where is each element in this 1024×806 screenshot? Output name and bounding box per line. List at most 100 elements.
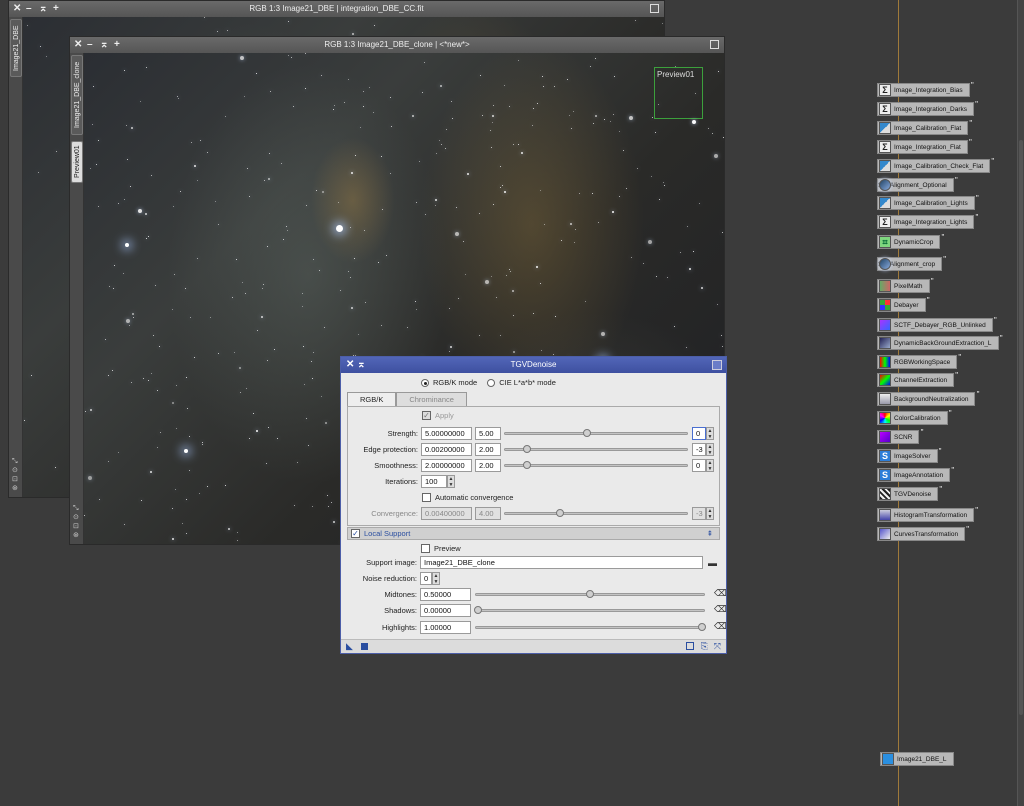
process-icon[interactable]: S ImageSolver " <box>877 447 942 463</box>
expand-icon[interactable] <box>712 360 722 370</box>
tab-rgbk[interactable]: RGB/K <box>347 392 397 406</box>
noise-reduction-input[interactable]: 0 <box>420 572 432 585</box>
edge-mantissa[interactable]: 2.00 <box>475 443 501 456</box>
slider-knob[interactable] <box>586 590 594 598</box>
local-support-checkbox[interactable]: ✓ <box>351 529 360 538</box>
shadows-slider[interactable] <box>474 606 705 614</box>
close-icon[interactable]: ✕ <box>13 1 21 17</box>
slider-knob[interactable] <box>582 429 591 437</box>
reset-icon[interactable]: ⤧ <box>714 641 721 652</box>
reset-shadows-icon[interactable]: ⌫ <box>714 604 727 615</box>
smoothness-spin[interactable]: ▲ ▼ <box>706 459 714 472</box>
process-icon[interactable]: Σ Image_Integration_Flat " <box>877 138 972 154</box>
auto-convergence-checkbox[interactable] <box>422 493 431 502</box>
tab-preview01[interactable]: Preview01 <box>71 141 83 183</box>
midtones-slider[interactable] <box>475 590 705 598</box>
tab-main-view[interactable]: Image21_DBE_clone <box>71 55 83 135</box>
apply-global-icon[interactable] <box>361 643 368 650</box>
process-icon[interactable]: PixelMath " <box>877 277 934 293</box>
noise-reduction-spin[interactable]: ▲ ▼ <box>432 572 440 585</box>
process-icon[interactable]: BackgroundNeutralization " <box>877 390 979 406</box>
minimize-icon[interactable]: – <box>26 1 32 17</box>
image-icon[interactable]: Image21_DBE_L <box>880 752 954 766</box>
highlights-input[interactable]: 1.00000 <box>420 621 471 634</box>
tab-chrominance[interactable]: Chrominance <box>396 392 467 406</box>
process-icon[interactable]: ColorCalibration " <box>877 409 952 425</box>
process-icon[interactable]: TGVDenoise " <box>877 485 942 501</box>
edge-slider[interactable] <box>504 445 688 453</box>
reset-midtones-icon[interactable]: ⌫ <box>714 588 727 599</box>
convergence-mantissa[interactable]: 4.00 <box>475 507 501 520</box>
convergence-input[interactable]: 0.00400000 <box>421 507 472 520</box>
edge-input[interactable]: 0.00200000 <box>421 443 472 456</box>
preview-realtime-icon[interactable] <box>686 642 694 650</box>
process-icon[interactable]: Image_Calibration_Flat " <box>877 119 972 135</box>
shadows-input[interactable]: 0.00000 <box>420 604 471 617</box>
process-icon[interactable]: Σ Image_Integration_Lights " <box>877 213 978 229</box>
edge-spin[interactable]: ▲ ▼ <box>706 443 714 456</box>
process-icon[interactable]: Image_Calibration_Check_Flat " <box>877 157 994 173</box>
slider-knob[interactable] <box>474 606 482 614</box>
apply-checkbox[interactable]: ✓ <box>422 411 431 420</box>
scrollbar-thumb[interactable] <box>1019 140 1023 715</box>
process-icon[interactable]: Image_Calibration_Lights " <box>877 194 979 210</box>
strength-mantissa[interactable]: 5.00 <box>475 427 501 440</box>
highlights-slider[interactable] <box>475 623 706 631</box>
smoothness-mantissa[interactable]: 2.00 <box>475 459 501 472</box>
new-instance-icon[interactable]: ◣ <box>346 641 353 652</box>
preview-checkbox[interactable] <box>421 544 430 553</box>
strength-spin[interactable]: ▲ ▼ <box>706 427 714 440</box>
collapse-icon[interactable]: ⇞ <box>707 528 713 539</box>
radio-lab-mode[interactable] <box>487 378 496 387</box>
tab-main-view[interactable]: Image21_DBE <box>10 19 22 77</box>
strength-slider[interactable] <box>504 429 688 437</box>
process-icon[interactable]: Σ Image_Integration_Darks " <box>877 100 978 116</box>
process-icon[interactable]: StarAlignment_crop " <box>877 255 946 271</box>
process-icon[interactable]: ChannelExtraction " <box>877 371 958 387</box>
window-titlebar[interactable]: ✕ – ⌅ + RGB 1:3 Image21_DBE | integratio… <box>9 1 664 17</box>
folder-icon[interactable]: ▬ <box>708 558 717 568</box>
radio-rgb-mode[interactable] <box>421 378 429 387</box>
shade-icon[interactable]: ⌅ <box>100 37 108 53</box>
process-icon[interactable]: S ImageAnnotation " <box>877 466 954 482</box>
smoothness-slider[interactable] <box>504 461 688 469</box>
slider-knob[interactable] <box>522 445 531 453</box>
process-icon[interactable]: DynamicBackGroundExtraction_L " <box>877 334 1003 350</box>
convergence-exponent[interactable]: -3 <box>692 507 706 520</box>
maximize-icon[interactable]: + <box>53 1 59 17</box>
process-icon[interactable]: RGBWorkingSpace " <box>877 353 961 369</box>
fit-window-icon[interactable] <box>650 4 659 13</box>
process-icon[interactable]: SCTF_Debayer_RGB_Unlinked " <box>877 316 997 332</box>
smoothness-input[interactable]: 2.00000000 <box>421 459 472 472</box>
process-icon[interactable]: ⌗ DynamicCrop " <box>877 233 944 249</box>
smoothness-exponent[interactable]: 0 <box>692 459 706 472</box>
strength-exponent[interactable]: 0 <box>692 427 706 440</box>
process-icon[interactable]: StarAlignment_Optional " <box>877 176 958 192</box>
shade-icon[interactable]: ⌅ <box>39 1 47 17</box>
process-icon[interactable]: Debayer " <box>877 296 930 312</box>
close-icon[interactable]: ✕ <box>74 37 82 53</box>
midtones-input[interactable]: 0.50000 <box>420 588 471 601</box>
reset-highlights-icon[interactable]: ⌫ <box>714 621 727 632</box>
sidebar-tools[interactable]: ⤡ ⊙ ⊡ ⊛ <box>73 504 79 540</box>
browse-doc-icon[interactable]: ⎘ <box>701 641 708 652</box>
slider-knob[interactable] <box>698 623 706 631</box>
process-icon[interactable]: SCNR " <box>877 428 923 444</box>
iterations-spin[interactable]: ▲ ▼ <box>447 475 455 488</box>
workspace-scrollbar[interactable] <box>1017 0 1024 806</box>
support-image-input[interactable]: Image21_DBE_clone <box>420 556 703 569</box>
edge-exponent[interactable]: -3 <box>692 443 706 456</box>
maximize-icon[interactable]: + <box>114 37 120 53</box>
strength-input[interactable]: 5.00000000 <box>421 427 472 440</box>
minimize-icon[interactable]: – <box>87 37 93 53</box>
local-support-section[interactable]: ✓ Local Support ⇞ <box>347 527 720 540</box>
tgvdenoise-dialog[interactable]: ✕ ⌅ TGVDenoise RGB/K mode CIE L*a*b* mod… <box>340 356 727 654</box>
process-icon[interactable]: CurvesTransformation " <box>877 525 969 541</box>
dialog-titlebar[interactable]: ✕ ⌅ TGVDenoise <box>341 357 726 373</box>
slider-knob[interactable] <box>522 461 531 469</box>
convergence-slider[interactable] <box>504 509 688 517</box>
fit-window-icon[interactable] <box>710 40 719 49</box>
close-icon[interactable]: ✕ ⌅ <box>346 357 366 373</box>
slider-knob[interactable] <box>555 509 564 517</box>
window-titlebar[interactable]: ✕ – ⌅ + RGB 1:3 Image21_DBE_clone | <*ne… <box>70 37 724 53</box>
